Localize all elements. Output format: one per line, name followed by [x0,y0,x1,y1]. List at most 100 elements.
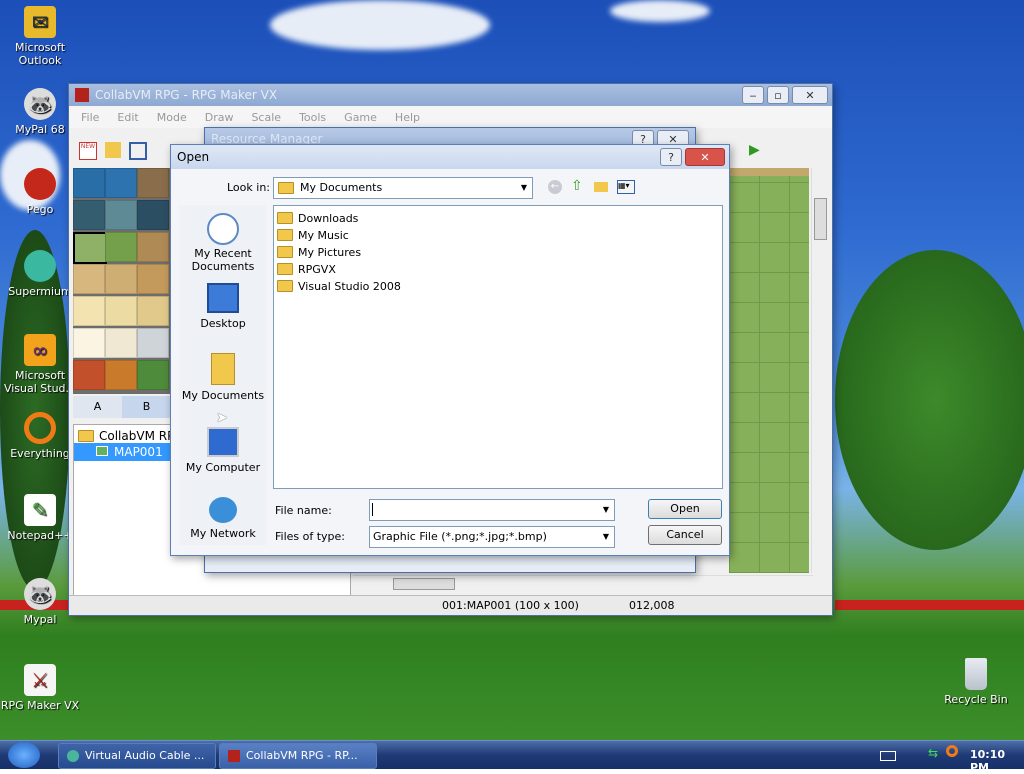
map-path [729,168,809,176]
new-folder-icon[interactable] [594,182,608,192]
keyboard-icon[interactable] [880,751,896,761]
place-recent-documents[interactable]: My Recent Documents [179,213,267,273]
tile[interactable] [137,200,169,230]
visual-studio-icon: ∞ [24,334,56,366]
playtest-icon[interactable]: ▶ [749,142,760,158]
view-menu-icon[interactable]: ▦▾ [617,180,635,194]
chevron-down-icon[interactable]: ▼ [516,178,532,198]
everything-icon [24,412,56,444]
network-status-icon[interactable]: ⇆ [928,746,938,760]
place-label: My Network [190,527,256,540]
tile[interactable] [73,296,105,326]
toolbar: NEW [79,142,147,160]
tile[interactable] [137,168,169,198]
tile[interactable] [105,296,137,326]
chevron-down-icon[interactable]: ▼ [598,527,614,547]
map-canvas[interactable] [729,168,809,573]
files-of-type-select[interactable]: Graphic File (*.png;*.jpg;*.bmp) ▼ [369,526,615,548]
place-my-network[interactable]: My Network [179,497,267,540]
up-folder-icon[interactable]: ⇧ [571,178,583,194]
task-collabvm-rpg[interactable]: CollabVM RPG - RP... [219,743,377,769]
file-item-my-pictures[interactable]: My Pictures [277,244,722,261]
menu-draw[interactable]: Draw [205,111,234,124]
rpg-window-titlebar[interactable]: CollabVM RPG - RPG Maker VX ‒ ▫ ✕ [69,84,832,106]
tile[interactable] [105,360,137,390]
tile[interactable] [105,168,137,198]
tile[interactable] [73,200,105,230]
file-item-downloads[interactable]: Downloads [277,210,722,227]
desktop-icon [207,283,239,313]
desktop-icon-label: MyPal 68 [15,123,65,136]
clock[interactable]: 10:10 PM [970,748,1024,774]
desktop-icon-label: RPG Maker VX [0,699,80,712]
file-item-my-music[interactable]: My Music [277,227,722,244]
open-button[interactable]: Open [648,499,722,519]
computer-icon [207,427,239,457]
look-in-combo[interactable]: My Documents ▼ [273,177,533,199]
open-dialog-titlebar[interactable]: Open ? ✕ [171,145,729,169]
menu-scale[interactable]: Scale [251,111,281,124]
tile[interactable] [137,296,169,326]
desktop-icon-outlook[interactable]: ✉ Microsoft Outlook [0,6,80,67]
file-item-label: Visual Studio 2008 [298,280,401,293]
tile[interactable] [137,264,169,294]
vertical-scrollbar[interactable] [811,168,828,573]
tile[interactable] [137,232,169,262]
menu-file[interactable]: File [81,111,99,124]
tileset-tab-a[interactable]: A [73,396,122,418]
place-my-documents[interactable]: My Documents [179,353,267,402]
start-button[interactable] [8,742,40,768]
place-desktop[interactable]: Desktop [179,283,267,330]
tile[interactable] [73,360,105,390]
open-project-icon[interactable] [105,142,121,158]
task-virtual-audio-cable[interactable]: Virtual Audio Cable ... [58,743,216,769]
look-in-value: My Documents [300,181,383,194]
tile[interactable] [73,168,105,198]
file-item-visual-studio-2008[interactable]: Visual Studio 2008 [277,278,722,295]
tileset-palette[interactable] [73,168,171,394]
horizontal-scrollbar[interactable] [353,575,813,592]
help-button[interactable]: ? [660,148,682,166]
cloud [610,0,710,22]
tile[interactable] [105,328,137,358]
file-list[interactable]: Downloads My Music My Pictures RPGVX Vis… [273,205,723,489]
everything-tray-icon[interactable] [946,745,958,757]
menu-game[interactable]: Game [344,111,377,124]
horizontal-scroll-thumb[interactable] [393,578,455,590]
tile[interactable] [73,264,105,294]
chevron-down-icon[interactable]: ▼ [598,500,614,520]
tile[interactable] [105,200,137,230]
rpgmaker-icon [228,750,240,762]
taskbar: Virtual Audio Cable ... CollabVM RPG - R… [0,740,1024,774]
menu-mode[interactable]: Mode [157,111,187,124]
tile[interactable] [105,232,137,262]
maximize-button[interactable]: ▫ [767,86,789,104]
close-button[interactable]: ✕ [685,148,725,166]
virtual-audio-cable-icon [67,750,79,762]
file-item-rpgvx[interactable]: RPGVX [277,261,722,278]
tile[interactable] [105,264,137,294]
minimize-button[interactable]: ‒ [742,86,764,104]
status-bar: 001:MAP001 (100 x 100) 012,008 [69,595,832,615]
save-project-icon[interactable] [129,142,147,160]
tile-selected[interactable] [73,232,107,264]
tile[interactable] [137,328,169,358]
folder-icon [277,280,293,292]
vertical-scroll-thumb[interactable] [814,198,827,240]
new-project-icon[interactable]: NEW [79,142,97,160]
desktop-icon-label: Microsoft Visual Stud... [3,369,77,395]
file-item-label: My Music [298,229,349,242]
menu-edit[interactable]: Edit [117,111,138,124]
close-button[interactable]: ✕ [792,86,828,104]
place-my-computer[interactable]: My Computer [179,427,267,474]
desktop-icon-rpgmaker[interactable]: ⚔ RPG Maker VX [0,664,80,712]
file-name-field[interactable]: ▼ [369,499,615,521]
menu-help[interactable]: Help [395,111,420,124]
tile[interactable] [73,328,105,358]
back-icon[interactable]: ← [548,180,562,194]
tile[interactable] [137,360,169,390]
menu-tools[interactable]: Tools [299,111,326,124]
cancel-button[interactable]: Cancel [648,525,722,545]
tileset-tab-b[interactable]: B [122,396,171,418]
desktop-icon-recycle-bin[interactable]: Recycle Bin [936,658,1016,706]
